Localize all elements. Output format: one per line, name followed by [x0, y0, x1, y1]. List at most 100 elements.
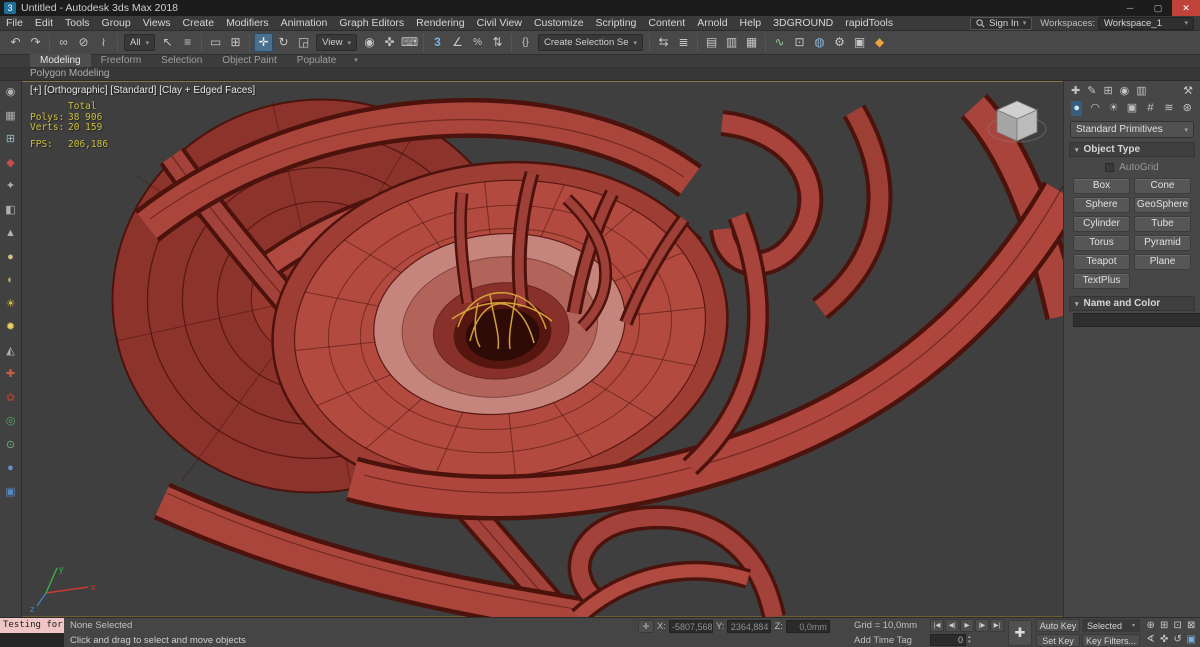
frame-spinner[interactable]: ▴ ▾	[968, 635, 971, 645]
layer-explorer-icon[interactable]: ▥	[722, 33, 741, 52]
undo-icon[interactable]: ↶	[6, 33, 25, 52]
material-editor-icon[interactable]: ◍	[810, 33, 829, 52]
snaps-toggle-icon[interactable]: 3	[428, 33, 447, 52]
space-warps-category-icon[interactable]: ≋	[1163, 101, 1174, 116]
box-button[interactable]: Box	[1073, 178, 1130, 194]
viewport[interactable]: [+] [Orthographic] [Standard] [Clay + Ed…	[22, 81, 1063, 617]
create-tab-icon[interactable]: ✚	[1071, 84, 1080, 97]
key-filters-button[interactable]: Key Filters...	[1082, 634, 1140, 647]
mirror-icon[interactable]: ⇆	[654, 33, 673, 52]
left-tool-icon-5[interactable]: ✦	[6, 181, 15, 192]
menu-3dground[interactable]: 3DGROUND	[767, 16, 839, 31]
window-crossing-icon[interactable]: ⊞	[226, 33, 245, 52]
viewport-label[interactable]: [+] [Orthographic] [Standard] [Clay + Ed…	[30, 85, 255, 96]
left-tool-icon-7[interactable]: ▲	[5, 228, 16, 239]
workspace-dropdown[interactable]: Workspace_1 ▾	[1098, 16, 1194, 30]
render-production-icon[interactable]: ◆	[870, 33, 889, 52]
select-and-manipulate-icon[interactable]: ✜	[380, 33, 399, 52]
add-time-tag[interactable]: Add Time Tag	[854, 635, 912, 646]
menu-modifiers[interactable]: Modifiers	[220, 16, 275, 31]
close-button[interactable]: ✕	[1172, 0, 1200, 16]
select-and-link-icon[interactable]: ∞	[54, 33, 73, 52]
menu-animation[interactable]: Animation	[275, 16, 334, 31]
sphere-button[interactable]: Sphere	[1073, 197, 1130, 213]
display-tab-icon[interactable]: ▥	[1136, 84, 1146, 97]
ribbon-panel-polygon-modeling[interactable]: Polygon Modeling	[0, 68, 1200, 81]
select-and-move-icon[interactable]: ✛	[254, 33, 274, 52]
left-tool-icon-4[interactable]: ◆	[6, 157, 14, 169]
menu-customize[interactable]: Customize	[528, 16, 590, 31]
left-tool-icon-10[interactable]: ☀	[6, 298, 16, 310]
shapes-category-icon[interactable]: ◠	[1089, 101, 1100, 116]
left-tool-icon-8[interactable]: ●	[7, 251, 14, 263]
zoom-all-icon[interactable]: ⊞	[1158, 619, 1172, 633]
menu-content[interactable]: Content	[642, 16, 691, 31]
spinner-snap-icon[interactable]: ⇅	[488, 33, 507, 52]
unlink-selection-icon[interactable]: ⊘	[74, 33, 93, 52]
helpers-category-icon[interactable]: #	[1145, 101, 1156, 116]
rendered-frame-icon[interactable]: ▣	[850, 33, 869, 52]
menu-rapidtools[interactable]: rapidTools	[839, 16, 899, 31]
subcategory-dropdown[interactable]: Standard Primitives ▾	[1070, 121, 1194, 138]
left-tool-icon-9[interactable]: ◐	[7, 275, 14, 286]
lights-category-icon[interactable]: ☀	[1108, 101, 1119, 116]
zoom-icon[interactable]: ⊕	[1144, 619, 1158, 633]
left-tool-icon-18[interactable]: ▣	[5, 486, 15, 498]
zoom-extents-icon[interactable]: ⊡	[1171, 619, 1185, 633]
z-coordinate-field[interactable]: 0,0mm	[785, 620, 830, 633]
selection-region-icon[interactable]: ▭	[206, 33, 225, 52]
set-key-button[interactable]: Set Key	[1036, 634, 1080, 647]
left-tool-icon-15[interactable]: ◎	[6, 416, 16, 427]
maximize-button[interactable]: ▢	[1144, 0, 1172, 16]
left-tool-icon-11[interactable]: ✹	[6, 322, 15, 333]
left-tool-icon-12[interactable]: ◭	[6, 345, 14, 357]
tab-modeling[interactable]: Modeling	[30, 54, 91, 67]
use-center-icon[interactable]: ◉	[360, 33, 379, 52]
minimize-button[interactable]: ─	[1116, 0, 1144, 16]
selection-key-dropdown[interactable]: Selected ▾	[1082, 619, 1140, 632]
menu-create[interactable]: Create	[177, 16, 221, 31]
align-icon[interactable]: ≣	[674, 33, 693, 52]
menu-help[interactable]: Help	[734, 16, 768, 31]
create-selection-set-combo[interactable]: Create Selection Se ▾	[538, 34, 644, 51]
menu-rendering[interactable]: Rendering	[410, 16, 470, 31]
menu-file[interactable]: File	[0, 16, 29, 31]
motion-tab-icon[interactable]: ◉	[1120, 84, 1130, 97]
zoom-extents-all-icon[interactable]: ⊠	[1185, 619, 1199, 633]
previous-key-button[interactable]: ◀|	[945, 619, 959, 632]
named-selection-sets-icon[interactable]: {}	[516, 33, 535, 52]
auto-key-button[interactable]: Auto Key	[1036, 619, 1080, 632]
go-to-start-button[interactable]: |◀	[930, 619, 944, 632]
cameras-category-icon[interactable]: ▣	[1126, 101, 1137, 116]
absolute-mode-toggle-icon[interactable]: ✛	[638, 620, 654, 633]
torus-button[interactable]: Torus	[1073, 235, 1130, 251]
left-tool-icon-6[interactable]: ◧	[5, 204, 15, 216]
play-button[interactable]: ▶	[960, 619, 974, 632]
pyramid-button[interactable]: Pyramid	[1134, 235, 1191, 251]
systems-category-icon[interactable]: ⊛	[1182, 101, 1193, 116]
left-tool-icon-3[interactable]: ⊞	[6, 134, 15, 145]
object-name-field[interactable]	[1073, 313, 1200, 327]
x-coordinate-field[interactable]: -5807,568	[668, 620, 713, 633]
left-tool-icon-17[interactable]: ●	[7, 463, 14, 474]
bind-to-space-warp-icon[interactable]: ≀	[94, 33, 113, 52]
orbit-icon[interactable]: ↺	[1171, 633, 1185, 647]
utilities-tab-icon[interactable]: ⚒	[1183, 84, 1193, 97]
sign-in-button[interactable]: Sign In ▾	[970, 16, 1033, 30]
object-type-rollout-header[interactable]: ▾ Object Type	[1069, 142, 1195, 157]
select-and-scale-icon[interactable]: ◲	[294, 33, 313, 52]
next-key-button[interactable]: |▶	[975, 619, 989, 632]
teapot-button[interactable]: Teapot	[1073, 254, 1130, 270]
go-to-end-button[interactable]: ▶|	[990, 619, 1004, 632]
spinner-down-icon[interactable]: ▾	[968, 640, 971, 645]
redo-icon[interactable]: ↷	[26, 33, 45, 52]
left-tool-icon-2[interactable]: ▦	[5, 110, 15, 122]
menu-views[interactable]: Views	[137, 16, 177, 31]
menu-scripting[interactable]: Scripting	[590, 16, 643, 31]
percent-snap-icon[interactable]: %	[468, 33, 487, 52]
tube-button[interactable]: Tube	[1134, 216, 1191, 232]
menu-tools[interactable]: Tools	[59, 16, 96, 31]
cone-button[interactable]: Cone	[1134, 178, 1191, 194]
hierarchy-tab-icon[interactable]: ⊞	[1103, 84, 1112, 97]
render-setup-icon[interactable]: ⚙	[830, 33, 849, 52]
